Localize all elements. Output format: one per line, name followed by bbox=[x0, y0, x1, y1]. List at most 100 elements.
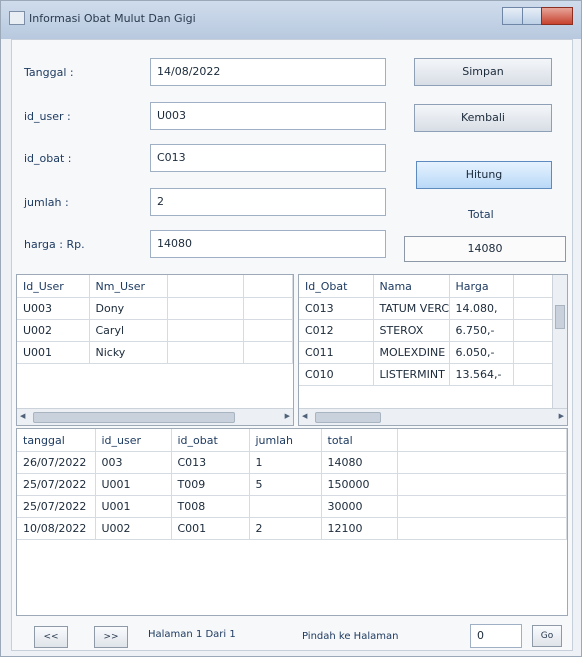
next-page-button[interactable]: >> bbox=[94, 626, 128, 648]
table-cell bbox=[397, 473, 567, 496]
column-header[interactable]: total bbox=[321, 429, 398, 452]
table-cell: Nicky bbox=[89, 341, 168, 364]
table-cell bbox=[167, 319, 244, 342]
table-cell: U001 bbox=[17, 341, 90, 364]
table-cell: 14080 bbox=[321, 451, 398, 474]
table-row[interactable]: C010 LISTERMINT 13.564,- bbox=[299, 363, 555, 386]
column-header[interactable] bbox=[397, 429, 567, 452]
column-header[interactable]: Id_Obat bbox=[299, 275, 374, 298]
table-cell: 6.750,- bbox=[449, 319, 514, 342]
maximize-button[interactable] bbox=[521, 7, 543, 25]
hitung-button[interactable]: Hitung bbox=[416, 161, 552, 189]
table-cell: MOLEXDINE bbox=[373, 341, 450, 364]
table-cell bbox=[513, 319, 555, 342]
table-row[interactable]: 25/07/2022 U001 T009 5 150000 bbox=[17, 473, 567, 496]
tanggal-field[interactable]: 14/08/2022 bbox=[150, 58, 386, 86]
users-horizontal-scrollbar[interactable]: ◀ ▶ bbox=[17, 408, 293, 425]
table-row[interactable]: 25/07/2022 U001 T008 30000 bbox=[17, 495, 567, 518]
table-cell: 30000 bbox=[321, 495, 398, 518]
table-cell: 25/07/2022 bbox=[17, 495, 96, 518]
table-cell: 10/08/2022 bbox=[17, 517, 96, 540]
id-user-field[interactable]: U003 bbox=[150, 102, 386, 130]
table-cell: LISTERMINT bbox=[373, 363, 450, 386]
table-row[interactable]: C011 MOLEXDINE 6.050,- bbox=[299, 341, 555, 364]
harga-label: harga : Rp. bbox=[24, 238, 85, 251]
close-button[interactable] bbox=[541, 7, 573, 25]
table-cell bbox=[167, 341, 244, 364]
table-row[interactable]: U002 Caryl bbox=[17, 319, 293, 342]
table-row[interactable]: 26/07/2022 003 C013 1 14080 bbox=[17, 451, 567, 474]
column-header[interactable]: id_obat bbox=[171, 429, 250, 452]
window-title: Informasi Obat Mulut Dan Gigi bbox=[29, 12, 196, 25]
scroll-left-icon[interactable]: ◀ bbox=[302, 412, 307, 420]
table-row[interactable]: U001 Nicky bbox=[17, 341, 293, 364]
prev-page-button[interactable]: << bbox=[34, 626, 68, 648]
table-cell: 150000 bbox=[321, 473, 398, 496]
minimize-button[interactable] bbox=[502, 7, 523, 25]
column-header[interactable]: Nama bbox=[373, 275, 450, 298]
scroll-right-icon[interactable]: ▶ bbox=[559, 412, 564, 420]
column-header[interactable]: Nm_User bbox=[89, 275, 168, 298]
table-cell: C013 bbox=[299, 297, 374, 320]
column-header[interactable] bbox=[513, 275, 555, 298]
obat-vertical-scrollbar[interactable] bbox=[552, 275, 567, 409]
table-cell bbox=[397, 517, 567, 540]
table-cell: 5 bbox=[249, 473, 322, 496]
table-cell: T009 bbox=[171, 473, 250, 496]
jumlah-field[interactable]: 2 bbox=[150, 188, 386, 216]
column-header[interactable] bbox=[167, 275, 244, 298]
column-header[interactable]: id_user bbox=[95, 429, 172, 452]
scroll-thumb[interactable] bbox=[315, 412, 381, 423]
column-header[interactable]: tanggal bbox=[17, 429, 96, 452]
table-row[interactable]: U003 Dony bbox=[17, 297, 293, 320]
id-obat-field[interactable]: C013 bbox=[150, 144, 386, 172]
harga-field[interactable]: 14080 bbox=[150, 230, 386, 258]
total-label: Total bbox=[468, 208, 494, 221]
table-cell bbox=[243, 319, 293, 342]
table-cell: STEROX bbox=[373, 319, 450, 342]
scroll-thumb[interactable] bbox=[555, 305, 565, 329]
column-header[interactable]: Harga bbox=[449, 275, 514, 298]
table-cell: 14.080, bbox=[449, 297, 514, 320]
window-controls bbox=[502, 7, 573, 25]
page-info: Halaman 1 Dari 1 bbox=[148, 629, 236, 640]
simpan-button[interactable]: Simpan bbox=[414, 58, 552, 86]
go-button[interactable]: Go bbox=[532, 625, 562, 647]
table-cell: 2 bbox=[249, 517, 322, 540]
table-cell bbox=[397, 495, 567, 518]
app-window: Informasi Obat Mulut Dan Gigi Tanggal : … bbox=[0, 0, 582, 657]
table-cell: C012 bbox=[299, 319, 374, 342]
obat-horizontal-scrollbar[interactable]: ◀ ▶ bbox=[299, 408, 567, 425]
transaksi-grid[interactable]: tanggal id_user id_obat jumlah total 26/… bbox=[16, 428, 568, 616]
table-row[interactable]: C013 TATUM VERC 14.080, bbox=[299, 297, 555, 320]
goto-page-label: Pindah ke Halaman bbox=[302, 631, 399, 642]
column-header[interactable]: jumlah bbox=[249, 429, 322, 452]
table-cell bbox=[243, 297, 293, 320]
table-cell: 13.564,- bbox=[449, 363, 514, 386]
table-cell: C011 bbox=[299, 341, 374, 364]
column-header[interactable]: Id_User bbox=[17, 275, 90, 298]
table-cell bbox=[397, 451, 567, 474]
table-cell bbox=[243, 341, 293, 364]
id-user-label: id_user : bbox=[24, 110, 71, 123]
table-cell bbox=[513, 363, 555, 386]
column-header[interactable] bbox=[243, 275, 293, 298]
table-cell: 003 bbox=[95, 451, 172, 474]
form-panel: Tanggal : 14/08/2022 id_user : U003 id_o… bbox=[11, 39, 573, 651]
table-cell: T008 bbox=[171, 495, 250, 518]
scroll-left-icon[interactable]: ◀ bbox=[20, 412, 25, 420]
table-cell: 1 bbox=[249, 451, 322, 474]
scroll-thumb[interactable] bbox=[33, 412, 235, 423]
scroll-right-icon[interactable]: ▶ bbox=[285, 412, 290, 420]
users-grid[interactable]: Id_User Nm_User U003 Dony U002 Caryl U00… bbox=[16, 274, 294, 426]
table-cell: U003 bbox=[17, 297, 90, 320]
users-header-row: Id_User Nm_User bbox=[17, 275, 293, 298]
table-cell: 26/07/2022 bbox=[17, 451, 96, 474]
obat-header-row: Id_Obat Nama Harga bbox=[299, 275, 555, 298]
table-cell bbox=[167, 297, 244, 320]
table-row[interactable]: 10/08/2022 U002 C001 2 12100 bbox=[17, 517, 567, 540]
kembali-button[interactable]: Kembali bbox=[414, 104, 552, 132]
goto-page-input[interactable]: 0 bbox=[470, 624, 522, 648]
table-row[interactable]: C012 STEROX 6.750,- bbox=[299, 319, 555, 342]
obat-grid[interactable]: Id_Obat Nama Harga C013 TATUM VERC 14.08… bbox=[298, 274, 568, 426]
